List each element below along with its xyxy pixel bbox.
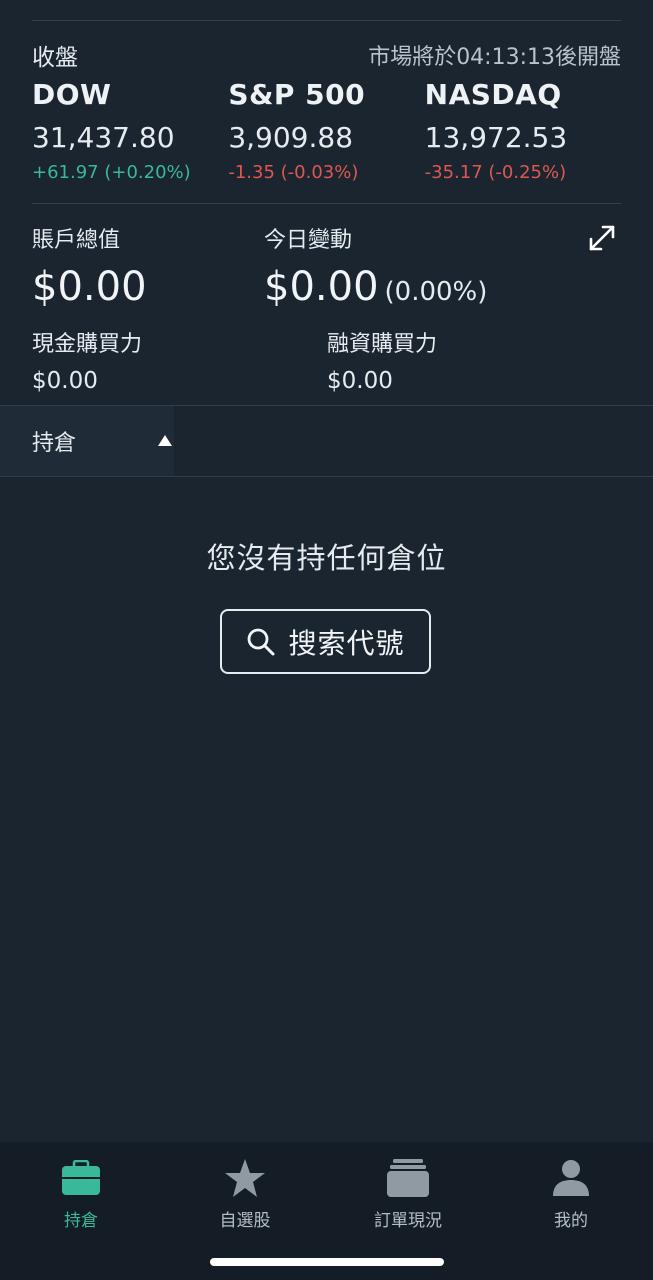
- nav-watchlist[interactable]: 自選股: [185, 1158, 305, 1231]
- empty-positions-message: 您沒有持任何倉位: [206, 541, 447, 575]
- index-name: S&P 500: [228, 78, 366, 111]
- tab-positions[interactable]: 持倉: [0, 406, 174, 476]
- index-change: -1.35 (-0.03%): [228, 162, 359, 183]
- today-change: 今日變動 $0.00 (0.00%): [264, 222, 487, 310]
- index-change: +61.97 (+0.20%): [32, 162, 191, 183]
- index-name: NASDAQ: [424, 78, 562, 111]
- index-name: DOW: [32, 78, 112, 111]
- nav-label: 我的: [554, 1211, 588, 1231]
- expand-icon[interactable]: [586, 222, 618, 254]
- nav-label: 持倉: [64, 1211, 98, 1231]
- index-nasdaq[interactable]: NASDAQ 13,972.53 -35.17 (-0.25%): [425, 78, 621, 183]
- cash-bp-value: $0.00: [32, 368, 98, 394]
- search-symbol-button[interactable]: 搜索代號: [220, 609, 431, 674]
- user-icon: [553, 1160, 589, 1196]
- nav-profile[interactable]: 我的: [511, 1158, 631, 1231]
- orders-stack-icon: [387, 1159, 429, 1197]
- index-change: -35.17 (-0.25%): [424, 162, 567, 183]
- index-value: 3,909.88: [228, 121, 354, 154]
- account-total-value: $0.00: [32, 264, 147, 310]
- briefcase-icon: [62, 1160, 100, 1195]
- nav-label: 自選股: [219, 1211, 271, 1231]
- index-dow[interactable]: DOW 31,437.80 +61.97 (+0.20%): [32, 78, 228, 183]
- today-change-pct: (0.00%): [384, 277, 488, 307]
- today-change-value-row: $0.00 (0.00%): [264, 264, 487, 310]
- account-total-label: 賬戶總值: [32, 228, 121, 253]
- margin-bp-label: 融資購買力: [327, 332, 438, 357]
- market-session-label: 收盤: [32, 45, 78, 71]
- collapse-triangle-icon: [158, 435, 172, 446]
- market-open-countdown: 市場將於04:13:13後開盤: [368, 45, 621, 70]
- top-divider: [32, 20, 621, 21]
- margin-buying-power: 融資購買力 $0.00: [327, 326, 437, 394]
- cash-buying-power: 現金購買力 $0.00: [32, 326, 142, 394]
- market-header: 收盤 市場將於04:13:13後開盤: [32, 38, 621, 72]
- index-summary: DOW 31,437.80 +61.97 (+0.20%) S&P 500 3,…: [32, 78, 621, 183]
- tab-positions-label: 持倉: [32, 431, 77, 456]
- today-change-value: $0.00: [264, 264, 379, 310]
- nav-orders[interactable]: 訂單現況: [348, 1158, 468, 1231]
- index-value: 13,972.53: [424, 121, 568, 154]
- margin-bp-value: $0.00: [327, 368, 393, 394]
- index-sp500[interactable]: S&P 500 3,909.88 -1.35 (-0.03%): [228, 78, 424, 183]
- section-divider: [32, 203, 621, 204]
- cash-bp-label: 現金購買力: [32, 332, 143, 357]
- today-change-label: 今日變動: [264, 228, 353, 253]
- search-icon: [248, 628, 275, 655]
- index-value: 31,437.80: [32, 121, 175, 154]
- expand-arrows-svg: [589, 225, 615, 251]
- home-indicator[interactable]: [210, 1258, 444, 1266]
- nav-positions[interactable]: 持倉: [21, 1158, 141, 1231]
- nav-label: 訂單現況: [374, 1211, 442, 1231]
- positions-section-bar: 持倉: [0, 405, 653, 477]
- search-symbol-label: 搜索代號: [288, 626, 405, 660]
- account-total: 賬戶總值 $0.00: [32, 222, 147, 310]
- star-icon: [225, 1159, 265, 1197]
